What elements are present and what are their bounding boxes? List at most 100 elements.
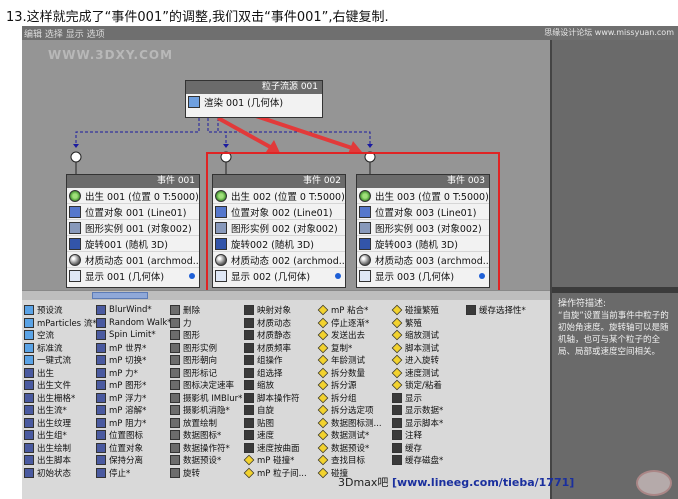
- particle-source-node[interactable]: 粒子流源 001 渲染 001 (几何体): [185, 80, 323, 118]
- operator-row[interactable]: 显示 001 (几何体): [67, 268, 199, 284]
- depot-item[interactable]: mP 力*: [96, 367, 172, 380]
- depot-item[interactable]: 位置图标: [96, 429, 172, 442]
- operator-row[interactable]: 出生 001 (位置 0 T:5000): [67, 188, 199, 204]
- depot-item[interactable]: mP 溶解*: [96, 404, 172, 417]
- depot-item[interactable]: mP 浮力*: [96, 392, 172, 405]
- depot-item[interactable]: 自旋: [244, 404, 307, 417]
- depot-item[interactable]: 组操作: [244, 354, 307, 367]
- depot-item[interactable]: 出生栅格*: [24, 392, 97, 405]
- depot-item[interactable]: 缓存选择性*: [466, 304, 526, 317]
- depot-item[interactable]: 图形朝向: [170, 354, 242, 367]
- depot-item[interactable]: 速度: [244, 429, 307, 442]
- depot-item[interactable]: 停止*: [96, 467, 172, 480]
- depot-item[interactable]: 速度按曲面: [244, 442, 307, 455]
- depot-item[interactable]: 查找目标: [317, 454, 382, 467]
- depot-item[interactable]: 材质动态: [244, 317, 307, 330]
- depot-item[interactable]: mP 世界*: [96, 342, 172, 355]
- depot-item[interactable]: 数据预设*: [170, 454, 242, 467]
- depot-item[interactable]: 预设流: [24, 304, 97, 317]
- depot-item[interactable]: 缓存: [392, 442, 443, 455]
- depot-item[interactable]: 摄影机 IMBlur*: [170, 392, 242, 405]
- depot-item[interactable]: 摄影机消隐*: [170, 404, 242, 417]
- depot-item[interactable]: 图形: [170, 329, 242, 342]
- depot-item[interactable]: 注释: [392, 429, 443, 442]
- depot-item[interactable]: 停止逐渐*: [317, 317, 382, 330]
- depot-item[interactable]: 出生脚本: [24, 454, 97, 467]
- depot-item[interactable]: 拆分源: [317, 379, 382, 392]
- menu-bar[interactable]: 编辑 选择 显示 选项: [24, 27, 105, 40]
- depot-item[interactable]: mP 粒子间...: [243, 467, 307, 480]
- depot-item[interactable]: 组选择: [244, 367, 307, 380]
- depot-item[interactable]: 材质静态: [244, 329, 307, 342]
- depot-item[interactable]: 显示数据*: [392, 404, 443, 417]
- horizontal-scrollbar[interactable]: [22, 290, 550, 300]
- depot-item[interactable]: mP 碰撞*: [243, 454, 307, 467]
- depot-label: 锁定/粘着: [405, 381, 442, 392]
- depot-item[interactable]: 旋转: [170, 467, 242, 480]
- depot-item[interactable]: 数据操作符*: [170, 442, 242, 455]
- panel-divider[interactable]: [552, 287, 678, 293]
- depot-item[interactable]: Random Walk*: [96, 317, 172, 330]
- scrollbar-thumb[interactable]: [92, 292, 148, 299]
- operator-row[interactable]: 位置对象 001 (Line01): [67, 204, 199, 220]
- depot-item[interactable]: 删除: [170, 304, 242, 317]
- depot-label: 缓存选择性*: [479, 306, 526, 317]
- depot-item[interactable]: 出生文件: [24, 379, 97, 392]
- depot-item[interactable]: 发送出去: [317, 329, 382, 342]
- depot-item[interactable]: 贴图: [244, 417, 307, 430]
- depot-item[interactable]: 碰撞繁殖: [391, 304, 443, 317]
- depot-item[interactable]: 繁殖: [391, 317, 443, 330]
- depot-item[interactable]: 拆分数量: [317, 367, 382, 380]
- depot-item[interactable]: 速度测试: [391, 367, 443, 380]
- depot-item[interactable]: 脚本测试: [391, 342, 443, 355]
- depot-item[interactable]: 缓存磁盘*: [392, 454, 443, 467]
- depot-item[interactable]: 出生纹理: [24, 417, 97, 430]
- depot-item[interactable]: mP 阻力*: [96, 417, 172, 430]
- depot-item[interactable]: 图标决定速率: [170, 379, 242, 392]
- depot-item[interactable]: mP 图形*: [96, 379, 172, 392]
- depot-item[interactable]: 数据图标*: [170, 429, 242, 442]
- depot-item[interactable]: 进入旋转: [391, 354, 443, 367]
- depot-item[interactable]: mP 切换*: [96, 354, 172, 367]
- operator-row[interactable]: 图形实例 001 (对象002): [67, 220, 199, 236]
- operator-row[interactable]: 旋转001 (随机 3D): [67, 236, 199, 252]
- depot-item[interactable]: 数据预设*: [317, 442, 382, 455]
- event-graph-canvas[interactable]: WWW.3DXY.COM 粒子流源 001 渲染 001 (几何体) 事件 00…: [22, 40, 550, 290]
- depot-item[interactable]: 缩放: [244, 379, 307, 392]
- depot-item[interactable]: 保持分离: [96, 454, 172, 467]
- depot-item[interactable]: 力: [170, 317, 242, 330]
- depot-item[interactable]: BlurWind*: [96, 304, 172, 317]
- depot-item[interactable]: 脚本操作符: [244, 392, 307, 405]
- depot-item[interactable]: 数据测试*: [317, 429, 382, 442]
- depot-item[interactable]: 显示脚本*: [392, 417, 443, 430]
- depot-item[interactable]: 复制*: [317, 342, 382, 355]
- event-001-node[interactable]: 事件 001 出生 001 (位置 0 T:5000) 位置对象 001 (Li…: [66, 174, 200, 288]
- depot-item[interactable]: 空流: [24, 329, 97, 342]
- depot-item[interactable]: 一键式流: [24, 354, 97, 367]
- depot-item[interactable]: 出生: [24, 367, 97, 380]
- depot-item[interactable]: 年龄测试: [317, 354, 382, 367]
- depot-item[interactable]: 缩放测试: [391, 329, 443, 342]
- depot-item[interactable]: 位置对象: [96, 442, 172, 455]
- depot-item[interactable]: mParticles 流*: [24, 317, 97, 330]
- depot-item[interactable]: 映射对象: [244, 304, 307, 317]
- depot-item[interactable]: 出生绘制: [24, 442, 97, 455]
- depot-item[interactable]: Spin Limit*: [96, 329, 172, 342]
- depot-item[interactable]: 拆分组: [317, 392, 382, 405]
- depot-item[interactable]: 放置绘制: [170, 417, 242, 430]
- depot-item[interactable]: 初始状态: [24, 467, 97, 480]
- depot-item[interactable]: 显示: [392, 392, 443, 405]
- depot-item[interactable]: 拆分选定项: [317, 404, 382, 417]
- depot-item[interactable]: 标准流: [24, 342, 97, 355]
- depot-item[interactable]: 出生流*: [24, 404, 97, 417]
- depot-item[interactable]: mP 粘合*: [317, 304, 382, 317]
- depot-item[interactable]: 图形标记: [170, 367, 242, 380]
- depot-item[interactable]: 图形实例: [170, 342, 242, 355]
- depot-item[interactable]: 出生组*: [24, 429, 97, 442]
- depot-item[interactable]: 数据图标测...: [317, 417, 382, 430]
- depot-item[interactable]: 锁定/粘着: [391, 379, 443, 392]
- depot-column: 删除 力 图形 图形实例 图形朝向 图形标记 图标决定速率 摄影机 IMBlur…: [170, 304, 242, 479]
- render-row[interactable]: 渲染 001 (几何体): [186, 94, 322, 110]
- operator-row[interactable]: 材质动态 001 (archmod...: [67, 252, 199, 268]
- depot-item[interactable]: 材质频率: [244, 342, 307, 355]
